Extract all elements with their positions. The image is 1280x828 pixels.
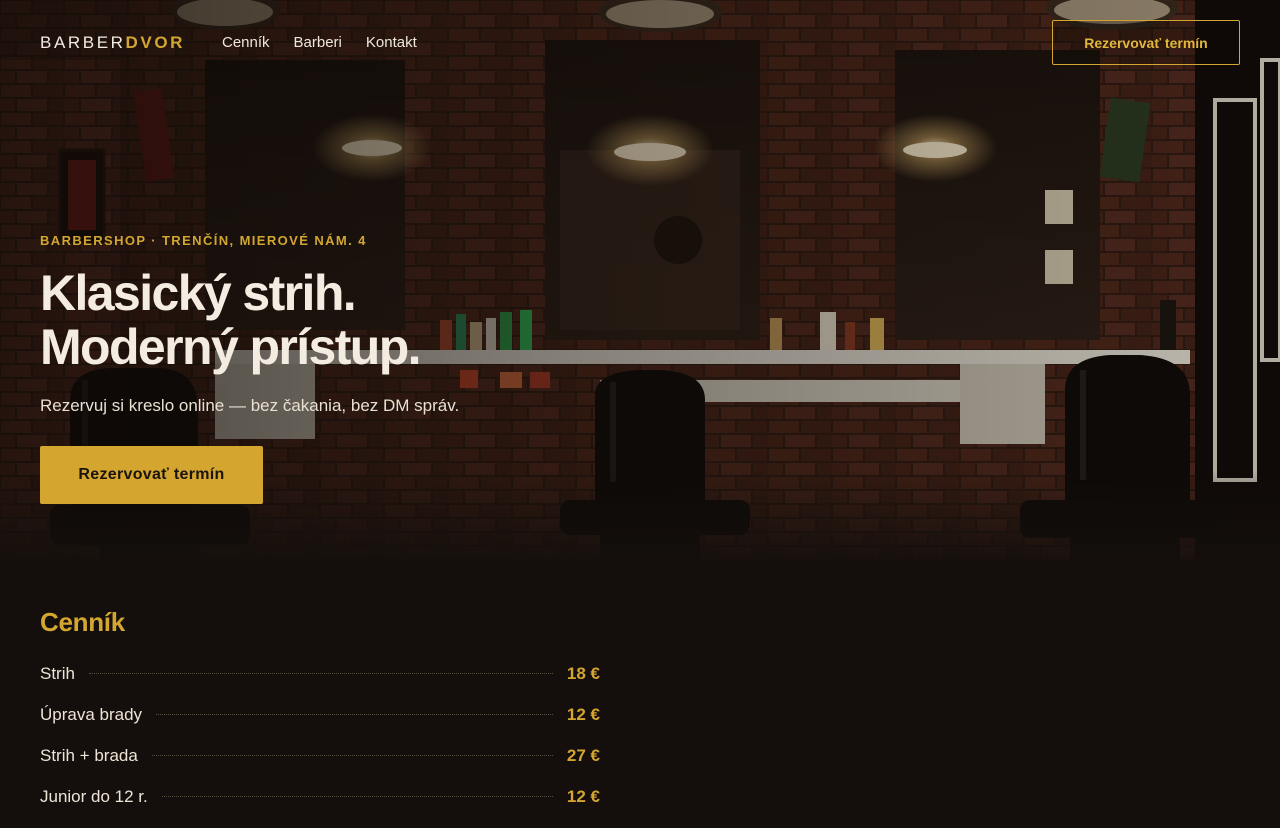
price-list: Strih 18 € Úprava brady 12 € Strih + bra…	[40, 664, 600, 828]
price-leader-dots	[88, 673, 553, 674]
price-item-value: 12 €	[566, 705, 600, 724]
price-item-value: 18 €	[566, 664, 600, 683]
nav-link-cennik[interactable]: Cenník	[222, 34, 270, 51]
logo-accent-text: DVOR	[125, 33, 186, 52]
nav-link-kontakt[interactable]: Kontakt	[366, 34, 417, 51]
pricing-title: Cenník	[40, 607, 125, 637]
hero-section: BARBERDVOR Cenník Barberi Kontakt Rezerv…	[0, 0, 1280, 560]
top-navigation: BARBERDVOR Cenník Barberi Kontakt Rezerv…	[0, 0, 1280, 86]
price-item-value: 27 €	[566, 746, 600, 765]
price-leader-dots	[151, 755, 553, 756]
price-row: Strih 18 €	[40, 664, 600, 705]
nav-link-barberi[interactable]: Barberi	[294, 34, 342, 51]
hero-subline: Rezervuj si kreslo online — bez čakania,…	[40, 396, 460, 415]
hero-booking-button[interactable]: Rezervovať termín	[40, 446, 263, 504]
hero-headline-line-1: Klasický strih.	[40, 265, 357, 321]
price-item-name: Strih + brada	[40, 746, 138, 765]
price-leader-dots	[161, 796, 553, 797]
site-logo[interactable]: BARBERDVOR	[40, 33, 185, 53]
hero-headline: Klasický strih. Moderný prístup.	[40, 266, 720, 374]
hero-eyebrow: BARBERSHOP · TRENČÍN, MIEROVÉ NÁM. 4	[40, 233, 367, 248]
logo-main-text: BARBER	[40, 33, 126, 52]
price-leader-dots	[156, 714, 553, 715]
price-row: Úprava brady 12 €	[40, 705, 600, 746]
nav-booking-button[interactable]: Rezervovať termín	[1052, 20, 1240, 65]
price-item-name: Junior do 12 r.	[40, 787, 148, 806]
pricing-section: Cenník Strih 18 € Úprava brady 12 € Stri…	[0, 560, 1280, 806]
nav-links: Cenník Barberi Kontakt	[222, 34, 417, 51]
price-row: Junior do 12 r. 12 €	[40, 787, 600, 828]
price-item-name: Strih	[40, 664, 75, 683]
hero-headline-line-2: Moderný prístup.	[40, 319, 422, 375]
price-item-name: Úprava brady	[40, 705, 143, 724]
price-row: Strih + brada 27 €	[40, 746, 600, 787]
price-item-value: 12 €	[566, 787, 600, 806]
